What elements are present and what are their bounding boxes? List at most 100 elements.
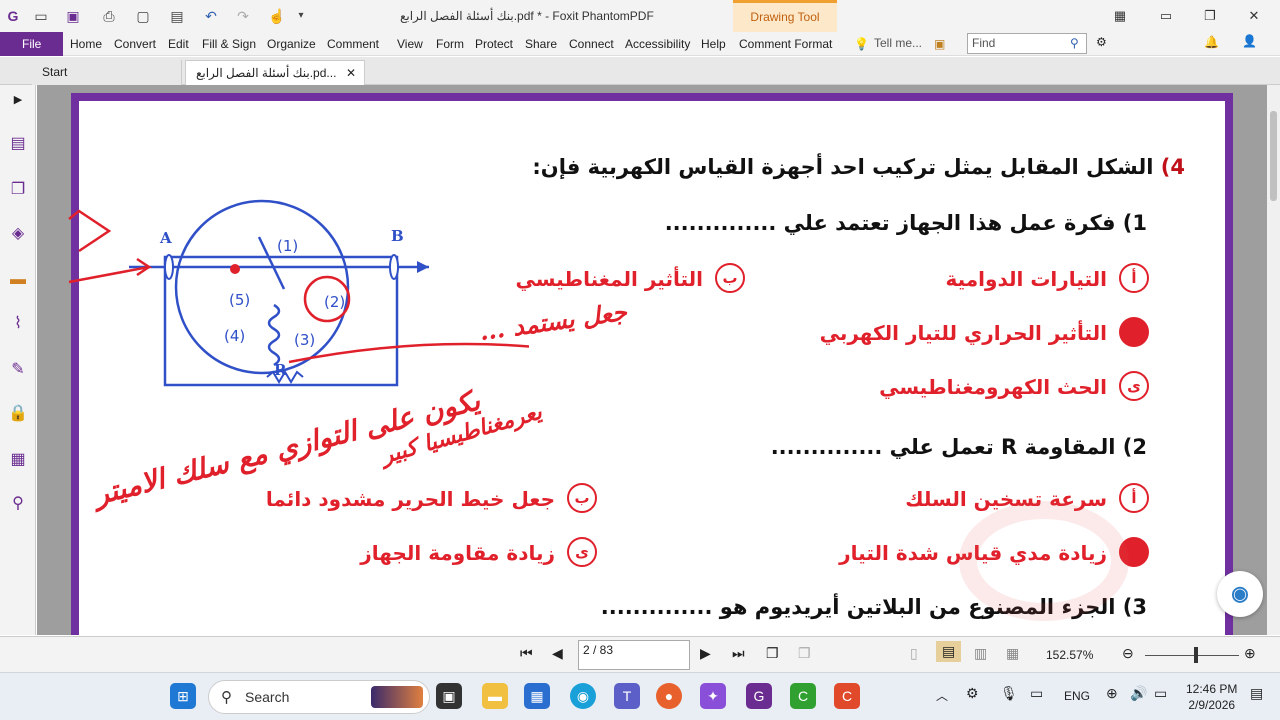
user-icon[interactable]: 👤 [1242, 34, 1257, 48]
ammeter-diagram: A B R (1) (2) (3) (4) (5) [68, 199, 529, 387]
camtasia-green-icon[interactable]: C [790, 683, 816, 709]
zoom-out-icon[interactable]: ⊖ [1122, 645, 1134, 662]
bookmark-panel-icon[interactable]: ▤ [7, 133, 29, 155]
store-icon[interactable]: ▦ [524, 683, 550, 709]
print-icon[interactable]: ⎙ [100, 7, 118, 25]
terminal-b-label: B [391, 227, 404, 245]
last-page-icon[interactable]: ⏭ [732, 645, 745, 662]
menu-form[interactable]: Form [436, 37, 464, 51]
pages-panel-icon[interactable]: ❐ [7, 179, 29, 201]
menu-fill-sign[interactable]: Fill & Sign [202, 37, 256, 51]
ribbon-options-icon[interactable]: ▦ [1110, 6, 1130, 26]
title-bar: G ▭ ▣ ⎙ ▢ ▤ ↶ ↷ ☝ ▾ بنك أسئلة الفصل الرا… [0, 0, 1280, 32]
menu-comment-format[interactable]: Comment Format [739, 37, 832, 51]
new-file-icon[interactable]: ▤ [168, 7, 186, 25]
menu-organize[interactable]: Organize [267, 37, 316, 51]
menu-help[interactable]: Help [701, 37, 726, 51]
menu-accessibility[interactable]: Accessibility [625, 37, 690, 51]
attachments-panel-icon[interactable]: ⌇ [7, 313, 29, 335]
tray-app-icon[interactable]: ⚙ [966, 685, 979, 702]
zoom-level[interactable]: 152.57% [1046, 648, 1093, 662]
show-hidden-icons[interactable]: ︿ [936, 687, 948, 704]
restore-icon[interactable]: ❐ [1200, 6, 1220, 26]
microphone-icon[interactable]: 🎙 [1000, 685, 1018, 702]
split-view-icon[interactable]: ▦ [1006, 645, 1019, 662]
chat-assistant-icon[interactable]: ◉ [1217, 571, 1263, 617]
file-menu[interactable]: File [0, 32, 63, 56]
firefox-icon[interactable]: ● [656, 683, 682, 709]
drawing-tool-tab[interactable]: Drawing Tool [733, 0, 837, 32]
q2-option-b: جعل خيط الحرير مشدود دائما [265, 487, 555, 511]
single-page-view-icon[interactable]: ▯ [910, 645, 918, 662]
tab-start[interactable]: Start [32, 60, 182, 85]
zoom-slider[interactable] [1145, 655, 1239, 656]
menu-connect[interactable]: Connect [569, 37, 614, 51]
security-panel-icon[interactable]: 🔒 [7, 403, 29, 425]
taskbar-clock[interactable]: 12:46 PM 2/9/2026 [1186, 681, 1237, 713]
customize-dropdown-icon[interactable]: ▾ [292, 7, 310, 25]
language-indicator[interactable]: ENG [1064, 689, 1090, 703]
camtasia-red-icon[interactable]: C [834, 683, 860, 709]
redo-icon[interactable]: ↷ [234, 7, 252, 25]
paste-page-icon[interactable]: ❐ [798, 645, 811, 662]
undo-icon[interactable]: ↶ [202, 7, 220, 25]
foxit-app-icon[interactable]: G [746, 683, 772, 709]
screen-icon[interactable]: ▢ [134, 7, 152, 25]
find-folder-icon[interactable]: ▣ [934, 37, 945, 51]
expand-panel-icon[interactable]: ▶ [7, 89, 29, 111]
copy-page-icon[interactable]: ❐ [766, 645, 779, 662]
network-icon[interactable]: ⊕ [1106, 685, 1118, 702]
first-page-icon[interactable]: ⏮ [520, 645, 533, 662]
pdf-page: A B R (1) (2) (3) (4) (5) 4) الشكل المقا… [68, 93, 1233, 635]
battery-icon[interactable]: ▭ [1154, 685, 1167, 702]
edge-browser-icon[interactable]: ◉ [570, 683, 596, 709]
page-number-input[interactable]: 2 / 83 [578, 640, 690, 670]
question-4-number: 4) [1160, 155, 1185, 179]
document-viewer[interactable]: A B R (1) (2) (3) (4) (5) 4) الشكل المقا… [37, 85, 1267, 635]
file-explorer-icon[interactable]: ▬ [482, 683, 508, 709]
menu-convert[interactable]: Convert [114, 37, 156, 51]
menu-comment[interactable]: Comment [327, 37, 379, 51]
close-tab-icon[interactable]: ✕ [346, 61, 356, 85]
search-icon[interactable]: ⚲ [1070, 36, 1079, 50]
scrollbar-thumb[interactable] [1270, 111, 1277, 201]
close-window-icon[interactable]: ✕ [1244, 6, 1264, 26]
taskbar-search-box[interactable]: ⚲ Search [208, 680, 430, 714]
menu-edit[interactable]: Edit [168, 37, 189, 51]
continuous-view-icon[interactable]: ▤ [936, 641, 962, 662]
zoom-in-icon[interactable]: ⊕ [1244, 645, 1256, 662]
comments-panel-icon[interactable]: ▬ [7, 269, 29, 291]
layers-panel-icon[interactable]: ◈ [7, 223, 29, 245]
settings-icon[interactable]: ⚙ [1096, 35, 1107, 49]
open-folder-icon[interactable]: ▭ [32, 7, 50, 25]
content-panel-icon[interactable]: ▦ [7, 449, 29, 471]
navigation-sidebar: ▶ ▤ ❐ ◈ ▬ ⌇ ✎ 🔒 ▦ ⚲ [0, 85, 36, 635]
menu-protect[interactable]: Protect [475, 37, 513, 51]
tab-document[interactable]: بنك أسئلة الفصل الرابع.pd... ✕ [185, 60, 365, 85]
zoom-slider-thumb[interactable] [1194, 647, 1198, 663]
next-page-icon[interactable]: ▶ [700, 645, 711, 662]
tell-me-input[interactable]: Tell me... [874, 36, 922, 50]
windows-start-icon[interactable]: ⊞ [170, 683, 196, 709]
notification-bell-icon[interactable]: 🔔 [1204, 35, 1219, 49]
menu-home[interactable]: Home [70, 37, 102, 51]
tray-monitor-icon[interactable]: ▭ [1030, 685, 1043, 702]
copilot-icon[interactable]: ✦ [700, 683, 726, 709]
hand-tool-icon[interactable]: ☝ [268, 7, 286, 25]
subquestion-2: 2) المقاومة R تعمل علي .............. [770, 435, 1147, 459]
signature-panel-icon[interactable]: ✎ [7, 359, 29, 381]
previous-page-icon[interactable]: ◀ [552, 645, 563, 662]
annotation-dot [230, 264, 240, 274]
vertical-scrollbar[interactable] [1267, 85, 1280, 635]
facing-view-icon[interactable]: ▥ [974, 645, 987, 662]
task-view-icon[interactable]: ▣ [436, 683, 462, 709]
save-icon[interactable]: ▣ [64, 7, 82, 25]
notifications-icon[interactable]: ▤ [1250, 685, 1263, 702]
menu-share[interactable]: Share [525, 37, 557, 51]
search-panel-icon[interactable]: ⚲ [7, 493, 29, 515]
minimize-ribbon-icon[interactable]: ▭ [1156, 6, 1176, 26]
teams-icon[interactable]: T [614, 683, 640, 709]
volume-icon[interactable]: 🔊 [1130, 685, 1147, 702]
find-input[interactable]: Find [967, 33, 1087, 54]
menu-view[interactable]: View [397, 37, 423, 51]
